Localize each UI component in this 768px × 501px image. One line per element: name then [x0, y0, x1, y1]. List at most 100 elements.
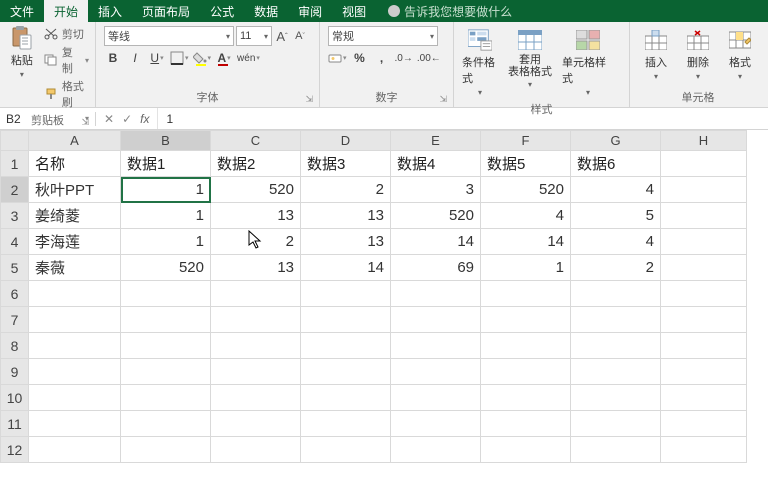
tab-file[interactable]: 文件	[0, 0, 44, 23]
row-header[interactable]: 5	[1, 255, 29, 281]
cell[interactable]	[211, 437, 301, 463]
cell[interactable]	[29, 411, 121, 437]
tab-page-layout[interactable]: 页面布局	[132, 0, 200, 23]
cell[interactable]	[301, 411, 391, 437]
underline-button[interactable]: U▾	[148, 49, 166, 67]
cell[interactable]	[29, 281, 121, 307]
column-header[interactable]: F	[481, 131, 571, 151]
cell[interactable]	[211, 333, 301, 359]
fill-color-button[interactable]: ▾	[193, 49, 212, 67]
cell[interactable]	[661, 281, 747, 307]
cell[interactable]	[391, 281, 481, 307]
increase-decimal-button[interactable]: .0→	[395, 49, 413, 67]
cell[interactable]	[391, 411, 481, 437]
row-header[interactable]: 4	[1, 229, 29, 255]
cell[interactable]	[571, 359, 661, 385]
cell[interactable]: 2	[301, 177, 391, 203]
cell[interactable]	[211, 307, 301, 333]
cell[interactable]	[29, 385, 121, 411]
cell[interactable]	[391, 385, 481, 411]
cell[interactable]: 数据3	[301, 151, 391, 177]
paste-button[interactable]: 粘贴 ▾	[4, 24, 40, 81]
cell[interactable]: 1	[121, 229, 211, 255]
comma-button[interactable]: ,	[373, 49, 391, 67]
cell[interactable]	[571, 437, 661, 463]
cell[interactable]	[571, 281, 661, 307]
cell[interactable]: 520	[211, 177, 301, 203]
cell[interactable]: 1	[481, 255, 571, 281]
cell[interactable]: 数据6	[571, 151, 661, 177]
row-header[interactable]: 11	[1, 411, 29, 437]
tab-review[interactable]: 审阅	[288, 0, 332, 23]
cell[interactable]: 姜绮菱	[29, 203, 121, 229]
cell[interactable]	[661, 307, 747, 333]
column-header[interactable]: D	[301, 131, 391, 151]
percent-button[interactable]: %	[351, 49, 369, 67]
cell[interactable]	[29, 437, 121, 463]
format-painter-button[interactable]: 格式刷	[44, 78, 89, 110]
cell[interactable]	[661, 151, 747, 177]
cell[interactable]	[301, 385, 391, 411]
cell[interactable]	[121, 281, 211, 307]
cell[interactable]: 秋叶PPT	[29, 177, 121, 203]
cell[interactable]: 13	[211, 203, 301, 229]
row-header[interactable]: 2	[1, 177, 29, 203]
column-header[interactable]: A	[29, 131, 121, 151]
cell[interactable]: 13	[301, 229, 391, 255]
cell[interactable]	[121, 333, 211, 359]
cell[interactable]	[301, 359, 391, 385]
tab-formulas[interactable]: 公式	[200, 0, 244, 23]
cell[interactable]	[121, 385, 211, 411]
cell[interactable]: 4	[571, 177, 661, 203]
row-header[interactable]: 12	[1, 437, 29, 463]
cell[interactable]: 数据2	[211, 151, 301, 177]
cell[interactable]	[661, 177, 747, 203]
phonetic-guide-button[interactable]: wén▾	[237, 49, 260, 67]
column-header[interactable]: G	[571, 131, 661, 151]
cell-styles-button[interactable]: 单元格样式 ▾	[560, 26, 616, 99]
format-as-table-button[interactable]: 套用 表格格式 ▾	[502, 26, 558, 91]
decrease-decimal-button[interactable]: .00←	[417, 49, 441, 67]
cell[interactable]	[661, 333, 747, 359]
format-cells-button[interactable]: 格式 ▾	[720, 26, 760, 83]
dialog-launcher-icon[interactable]: ⇲	[439, 94, 447, 105]
delete-cells-button[interactable]: 删除 ▾	[678, 26, 718, 83]
cell[interactable]	[571, 385, 661, 411]
cell[interactable]: 14	[391, 229, 481, 255]
column-header[interactable]: B	[121, 131, 211, 151]
cell[interactable]	[481, 385, 571, 411]
row-header[interactable]: 1	[1, 151, 29, 177]
bold-button[interactable]: B	[104, 49, 122, 67]
cell[interactable]	[121, 359, 211, 385]
cell[interactable]: 2	[211, 229, 301, 255]
row-header[interactable]: 9	[1, 359, 29, 385]
cell[interactable]: 2	[571, 255, 661, 281]
spreadsheet-grid[interactable]: ABCDEFGH1名称数据1数据2数据3数据4数据5数据62秋叶PPT15202…	[0, 130, 747, 463]
cell[interactable]: 1	[121, 203, 211, 229]
row-header[interactable]: 3	[1, 203, 29, 229]
border-button[interactable]: ▾	[170, 49, 189, 67]
cell[interactable]	[121, 307, 211, 333]
conditional-formatting-button[interactable]: 条件格式 ▾	[460, 26, 500, 99]
font-name-combo[interactable]: 等线▾	[104, 26, 234, 46]
row-header[interactable]: 7	[1, 307, 29, 333]
column-header[interactable]: C	[211, 131, 301, 151]
cancel-formula-icon[interactable]: ✕	[104, 112, 114, 126]
cell[interactable]	[211, 281, 301, 307]
column-header[interactable]: H	[661, 131, 747, 151]
cell[interactable]	[571, 307, 661, 333]
cell[interactable]: 69	[391, 255, 481, 281]
cell[interactable]	[29, 307, 121, 333]
cell[interactable]	[301, 437, 391, 463]
cell[interactable]	[29, 333, 121, 359]
cell[interactable]	[481, 333, 571, 359]
cell[interactable]: 数据4	[391, 151, 481, 177]
copy-button[interactable]: 复制▾	[44, 44, 89, 76]
cell[interactable]	[391, 359, 481, 385]
cell[interactable]	[481, 437, 571, 463]
cell[interactable]	[121, 437, 211, 463]
number-format-combo[interactable]: 常规▾	[328, 26, 438, 46]
cell[interactable]	[661, 255, 747, 281]
font-color-button[interactable]: A▾	[215, 49, 233, 67]
cell[interactable]	[211, 385, 301, 411]
